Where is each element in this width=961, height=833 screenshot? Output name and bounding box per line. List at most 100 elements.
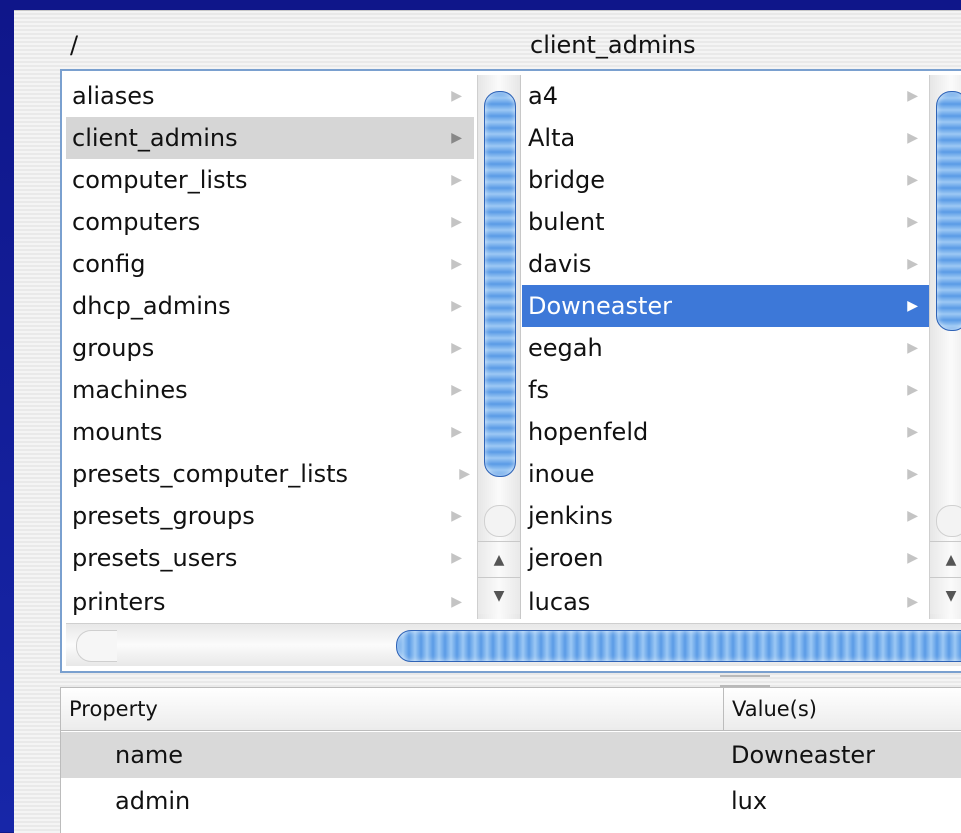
item-label: computer_lists [72,166,248,194]
disclosure-arrow-icon: ▶ [451,214,462,230]
scroll-down-button[interactable]: ▼ [478,577,520,614]
table-row[interactable]: admin lux [61,778,961,824]
arrow-up-icon: ▲ [945,552,957,568]
item-label: davis [528,250,592,278]
path-header: / [70,31,79,59]
disclosure-arrow-icon: ▶ [907,340,918,356]
item-label: a4 [528,82,558,110]
scroll-down-button[interactable]: ▼ [930,577,961,614]
column2-item[interactable]: eegah ▶ [522,327,930,369]
disclosure-arrow-icon: ▶ [451,508,462,524]
item-label: computers [72,208,201,236]
arrow-down-icon: ▼ [493,588,505,604]
disclosure-arrow-icon: ▶ [451,88,462,104]
scroll-track-end [484,505,516,537]
disclosure-arrow-icon: ▶ [907,508,918,524]
disclosure-arrow-icon: ▶ [451,594,462,610]
column1-vertical-scrollbar[interactable]: ▲ ▼ [477,75,520,619]
item-label: bridge [528,166,606,194]
column1-item[interactable]: machines ▶ [66,369,474,411]
disclosure-arrow-icon: ▶ [907,298,918,314]
disclosure-arrow-icon: ▶ [907,466,918,482]
column2-item[interactable]: jeroen ▶ [522,537,930,579]
column1-item[interactable]: config ▶ [66,243,474,285]
disclosure-arrow-icon: ▶ [451,550,462,566]
column1-item[interactable]: computers ▶ [66,201,474,243]
horizontal-scroll-thumb[interactable] [396,630,961,662]
item-label: jeroen [528,544,604,572]
item-label: printers [72,588,166,616]
disclosure-arrow-icon: ▶ [907,172,918,188]
item-label: mounts [72,418,163,446]
item-label: aliases [72,82,155,110]
browser-column-client-admins: a4 ▶ Alta ▶ bridge ▶ bulent ▶ davis ▶ Downeas… [522,75,961,619]
column1-item[interactable]: aliases ▶ [66,75,474,117]
scroll-up-button[interactable]: ▲ [478,541,520,578]
column1-scroll-thumb[interactable] [484,91,516,477]
scroll-track-end [936,505,961,537]
column2-vertical-scrollbar[interactable]: ▲ ▼ [929,75,961,619]
column1-item[interactable]: dhcp_admins ▶ [66,285,474,327]
column1-item[interactable]: computer_lists ▶ [66,159,474,201]
scroll-up-button[interactable]: ▲ [930,541,961,578]
column1-item[interactable]: mounts ▶ [66,411,474,453]
disclosure-arrow-icon: ▶ [907,594,918,610]
scroll-track-start [76,630,117,662]
item-label: client_admins [72,124,238,152]
item-label: presets_groups [72,502,255,530]
column2-scroll-thumb[interactable] [936,91,961,331]
disclosure-arrow-icon: ▶ [907,550,918,566]
disclosure-arrow-icon: ▶ [451,298,462,314]
table-header: Property Value(s) [61,688,961,731]
table-row[interactable]: name Downeaster [61,732,961,778]
column2-item[interactable]: lucas ▶ [522,581,930,619]
item-label: machines [72,376,188,404]
column2-item[interactable]: bridge ▶ [522,159,930,201]
column-header: client_admins [530,31,696,59]
item-label: bulent [528,208,605,236]
item-label: Alta [528,124,576,152]
disclosure-arrow-icon: ▶ [907,88,918,104]
disclosure-arrow-icon: ▶ [907,130,918,146]
values-column-header[interactable]: Value(s) [723,688,817,730]
item-label: groups [72,334,155,362]
disclosure-arrow-icon: ▶ [907,256,918,272]
column2-item[interactable]: davis ▶ [522,243,930,285]
property-name: admin [115,787,191,815]
column-browser: aliases ▶ client_admins ▶ computer_lists ▶ … [60,69,961,673]
arrow-up-icon: ▲ [493,552,505,568]
disclosure-arrow-icon: ▶ [451,130,462,146]
column1-item[interactable]: presets_groups ▶ [66,495,474,537]
property-value: Downeaster [731,741,876,769]
property-column-header[interactable]: Property [69,688,158,730]
disclosure-arrow-icon: ▶ [451,424,462,440]
column1-item[interactable]: printers ▶ [66,581,474,619]
column2-item[interactable]: fs ▶ [522,369,930,411]
disclosure-arrow-icon: ▶ [451,382,462,398]
horizontal-scrollbar[interactable] [66,623,961,666]
column2-item-selected[interactable]: Downeaster ▶ [522,285,930,327]
column2-item[interactable]: jenkins ▶ [522,495,930,537]
item-label: presets_computer_lists [72,460,349,488]
column2-item[interactable]: hopenfeld ▶ [522,411,930,453]
item-label: lucas [528,588,591,616]
disclosure-arrow-icon: ▶ [907,214,918,230]
browser-column-root: aliases ▶ client_admins ▶ computer_lists ▶ … [66,75,521,619]
item-label: dhcp_admins [72,292,231,320]
column1-item-selected[interactable]: client_admins ▶ [66,117,474,159]
property-value: lux [731,787,768,815]
column1-item[interactable]: groups ▶ [66,327,474,369]
item-label: hopenfeld [528,418,649,446]
item-label: presets_users [72,544,238,572]
item-label: config [72,250,146,278]
column2-item[interactable]: a4 ▶ [522,75,930,117]
column2-item[interactable]: inoue ▶ [522,453,930,495]
column2-item[interactable]: bulent ▶ [522,201,930,243]
column1-item[interactable]: presets_computer_lists ▶ [66,453,474,495]
item-label: fs [528,376,549,404]
disclosure-arrow-icon: ▶ [451,256,462,272]
column1-item[interactable]: presets_users ▶ [66,537,474,579]
item-label: Downeaster [528,292,673,320]
pane-splitter-handle[interactable] [720,675,770,687]
column2-item[interactable]: Alta ▶ [522,117,930,159]
